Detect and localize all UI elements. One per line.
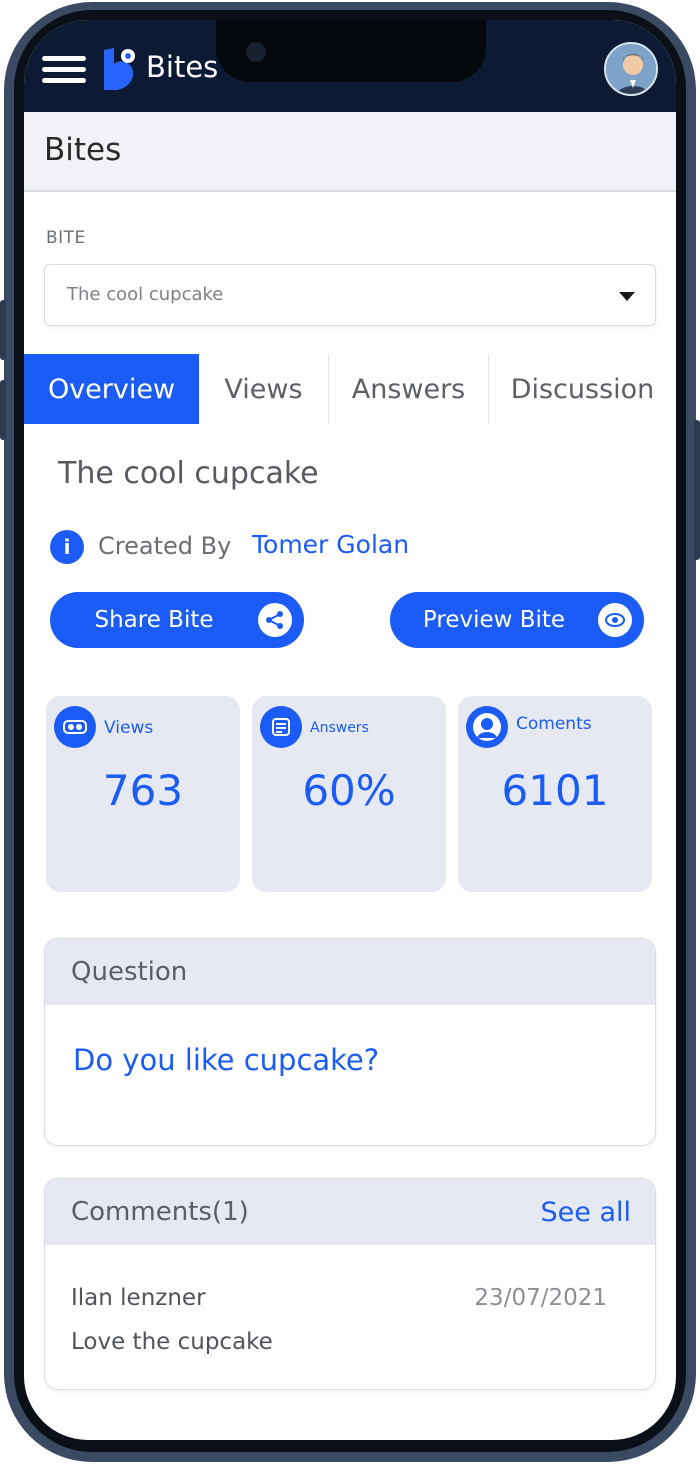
title-bar: Bites <box>24 112 676 192</box>
preview-bite-label: Preview Bite <box>422 607 566 633</box>
bites-logo-icon <box>104 48 135 90</box>
preview-bite-button[interactable]: Preview Bite <box>390 592 644 648</box>
user-icon <box>466 706 508 748</box>
user-avatar-icon <box>606 44 656 94</box>
share-icon <box>258 603 292 637</box>
tab-discussion[interactable]: Discussion <box>489 354 676 424</box>
views-icon <box>54 706 96 748</box>
bite-select[interactable]: The cool cupcake <box>44 264 656 326</box>
tab-overview[interactable]: Overview <box>24 354 199 424</box>
question-heading: Question <box>71 957 188 987</box>
answers-icon <box>260 706 302 748</box>
comments-stat-label: Coments <box>516 714 592 734</box>
creator-link[interactable]: Tomer Golan <box>252 530 409 559</box>
comments-stat-value: 6101 <box>501 766 609 815</box>
power-button <box>694 420 700 560</box>
chevron-down-icon <box>619 292 635 301</box>
volume-down-button <box>0 380 6 440</box>
views-stat-value: 763 <box>102 766 184 815</box>
bite-field-label: BITE <box>46 228 86 248</box>
brand-name: Bites <box>146 50 219 84</box>
comments-heading: Comments(1) <box>71 1197 249 1227</box>
answers-stat-value: 60% <box>302 766 396 815</box>
bite-select-value: The cool cupcake <box>67 284 224 305</box>
comments-card: Comments(1) See all Ilan lenzner 23/07/2… <box>44 1178 656 1390</box>
camera-icon <box>246 42 266 62</box>
tab-views[interactable]: Views <box>199 354 329 424</box>
answers-stat-label: Answers <box>310 720 369 736</box>
app-header: Bites <box>24 20 676 112</box>
created-by-label: Created By <box>98 532 232 560</box>
comment-author: Ilan lenzner <box>71 1285 206 1311</box>
comments-header: Comments(1) See all <box>45 1179 655 1245</box>
app-screen: Bites Bites BITE The cool cupcake Overvi… <box>24 20 676 1440</box>
views-stat-card[interactable]: Views 763 <box>46 696 240 892</box>
avatar[interactable] <box>604 42 658 96</box>
eye-icon <box>598 603 632 637</box>
share-bite-button[interactable]: Share Bite <box>50 592 304 648</box>
question-header: Question <box>45 939 655 1005</box>
comments-stat-card[interactable]: Coments 6101 <box>458 696 652 892</box>
see-all-link[interactable]: See all <box>541 1197 632 1228</box>
answers-stat-card[interactable]: Answers 60% <box>252 696 446 892</box>
question-text: Do you like cupcake? <box>73 1043 380 1077</box>
comment-text: Love the cupcake <box>71 1329 273 1355</box>
page-title: Bites <box>44 132 122 168</box>
bite-title: The cool cupcake <box>58 456 319 491</box>
share-bite-label: Share Bite <box>94 607 214 633</box>
tab-bar: Overview Views Answers Discussion <box>24 354 676 424</box>
tab-answers[interactable]: Answers <box>329 354 489 424</box>
volume-up-button <box>0 300 6 360</box>
menu-icon[interactable] <box>42 56 86 84</box>
question-card: Question Do you like cupcake? <box>44 938 656 1146</box>
comment-date: 23/07/2021 <box>474 1285 607 1311</box>
info-icon: i <box>50 530 84 564</box>
views-stat-label: Views <box>104 718 154 738</box>
